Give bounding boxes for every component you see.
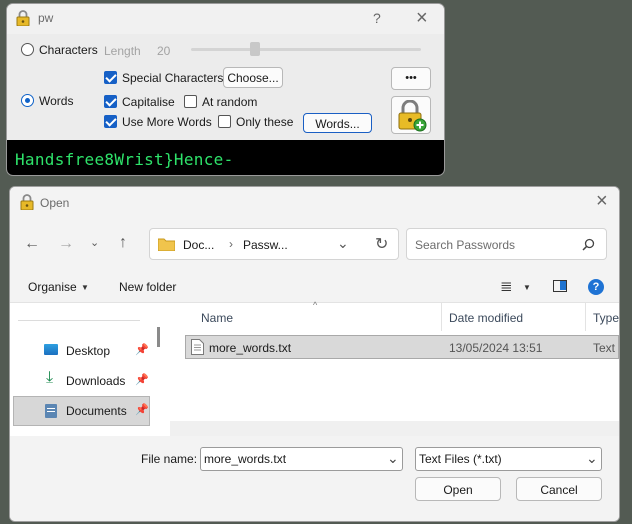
download-icon: ⤓ — [46, 369, 54, 386]
file-date: 13/05/2024 13:51 — [449, 341, 543, 355]
dialog-close-button[interactable]: × — [596, 190, 608, 213]
file-type-value: Text Files (*.txt) — [419, 452, 502, 466]
file-name-label: File name: — [141, 452, 198, 466]
search-icon — [582, 238, 595, 251]
back-arrow-icon[interactable]: ← — [24, 235, 40, 253]
column-header-date-modified[interactable]: Date modified — [449, 311, 523, 325]
sidebar-item-desktop[interactable]: Desktop 📌 — [13, 336, 150, 366]
text-file-icon — [191, 339, 204, 355]
forward-arrow-icon[interactable]: → — [58, 235, 74, 253]
choose-button[interactable]: Choose... — [223, 67, 283, 88]
capitalise-label: Capitalise — [122, 95, 175, 109]
sidebar-item-downloads[interactable]: ⤓ Downloads 📌 — [13, 366, 150, 396]
sidebar-item-label: Documents — [66, 404, 127, 418]
sidebar-scrollbar[interactable] — [157, 327, 160, 347]
password-output[interactable]: Handsfree8Wrist}Hence- — [7, 140, 444, 175]
address-dropdown-chevron-icon[interactable]: ⌄ — [337, 235, 349, 252]
preview-pane-icon[interactable] — [553, 280, 567, 292]
open-button[interactable]: Open — [415, 477, 501, 501]
sidebar-item-label: Downloads — [66, 374, 126, 388]
capitalise-checkbox[interactable] — [104, 95, 117, 108]
file-type-dropdown-icon: ⌄ — [586, 450, 598, 466]
length-label: Length — [104, 44, 141, 58]
view-options-icon[interactable]: ≣ — [500, 277, 513, 295]
file-name-dropdown-icon[interactable]: ⌄ — [387, 450, 399, 467]
search-placeholder: Search Passwords — [415, 238, 516, 252]
use-more-words-checkbox[interactable] — [104, 115, 117, 128]
navigation-pane: Desktop 📌 ⤓ Downloads 📌 Documents 📌 — [10, 303, 170, 436]
help-icon[interactable]: ? — [588, 279, 604, 295]
length-slider-thumb[interactable] — [250, 42, 261, 56]
dialog-titlebar — [10, 187, 619, 217]
file-name: more_words.txt — [209, 341, 292, 355]
special-characters-checkbox[interactable] — [104, 71, 117, 84]
pw-window: pw ? × Characters Length 20 Words Specia… — [6, 3, 445, 176]
up-arrow-icon[interactable]: ↑ — [119, 234, 127, 252]
file-list: ^ Name Date modified Type more_words.txt… — [170, 300, 619, 436]
padlock-icon — [20, 194, 34, 210]
open-dialog: Open × ← → ⌄ ↑ Doc... › Passw... ⌄ ↻ Sea… — [9, 186, 620, 522]
breadcrumb-item[interactable]: Doc... — [183, 238, 214, 252]
documents-icon — [45, 404, 57, 418]
at-random-label: At random — [202, 95, 258, 109]
pin-icon: 📌 — [135, 374, 149, 386]
recent-locations-chevron-icon[interactable]: ⌄ — [90, 236, 99, 249]
divider — [18, 320, 140, 321]
characters-radio[interactable] — [21, 43, 34, 56]
words-button[interactable]: Words... — [303, 113, 372, 133]
refresh-button[interactable]: ↻ — [364, 228, 399, 260]
length-value: 20 — [157, 44, 171, 58]
padlock-add-icon — [398, 100, 427, 132]
organise-dropdown-icon: ▼ — [81, 283, 89, 292]
cancel-button[interactable]: Cancel — [516, 477, 602, 501]
only-these-checkbox[interactable] — [218, 115, 231, 128]
words-radio[interactable] — [21, 94, 34, 107]
view-dropdown-icon[interactable]: ▼ — [523, 283, 531, 292]
close-button[interactable]: × — [416, 7, 428, 30]
new-folder-button[interactable]: New folder — [119, 280, 176, 294]
pin-icon: 📌 — [135, 404, 149, 416]
only-these-label: Only these — [236, 115, 294, 129]
breadcrumb-separator-icon: › — [229, 237, 233, 251]
horizontal-scrollbar[interactable] — [170, 421, 619, 436]
search-box[interactable]: Search Passwords — [406, 228, 607, 260]
special-characters-label: Special Characters — [122, 71, 224, 85]
file-name-input[interactable]: more_words.txt ⌄ — [200, 447, 403, 471]
organise-button[interactable]: Organise — [28, 280, 77, 294]
at-random-checkbox[interactable] — [184, 95, 197, 108]
file-name-value: more_words.txt — [204, 452, 287, 466]
file-row[interactable]: more_words.txt 13/05/2024 13:51 Text D — [185, 335, 619, 359]
padlock-icon — [16, 10, 30, 26]
use-more-words-label: Use More Words — [122, 115, 212, 129]
sidebar-item-label: Desktop — [66, 344, 111, 358]
file-type: Text D — [593, 341, 619, 355]
characters-label: Characters — [39, 43, 98, 57]
desktop-icon — [44, 344, 58, 355]
window-title: pw — [38, 11, 54, 25]
generate-button[interactable] — [391, 96, 431, 134]
words-label: Words — [39, 94, 74, 108]
sort-indicator-icon: ^ — [313, 300, 318, 310]
refresh-icon: ↻ — [375, 236, 389, 253]
help-button[interactable]: ? — [373, 10, 381, 26]
pin-icon: 📌 — [135, 344, 149, 356]
file-type-select[interactable]: Text Files (*.txt) ⌄ — [415, 447, 602, 471]
sidebar-item-documents[interactable]: Documents 📌 — [13, 396, 150, 426]
breadcrumb-item[interactable]: Passw... — [243, 238, 288, 252]
column-header-name[interactable]: Name — [201, 311, 233, 325]
more-options-button[interactable]: ••• — [391, 67, 431, 90]
address-bar[interactable]: Doc... › Passw... ⌄ — [149, 228, 399, 260]
folder-icon — [158, 238, 175, 251]
length-slider[interactable] — [191, 48, 421, 51]
dialog-title: Open — [40, 196, 70, 210]
column-header-type[interactable]: Type — [593, 311, 619, 325]
